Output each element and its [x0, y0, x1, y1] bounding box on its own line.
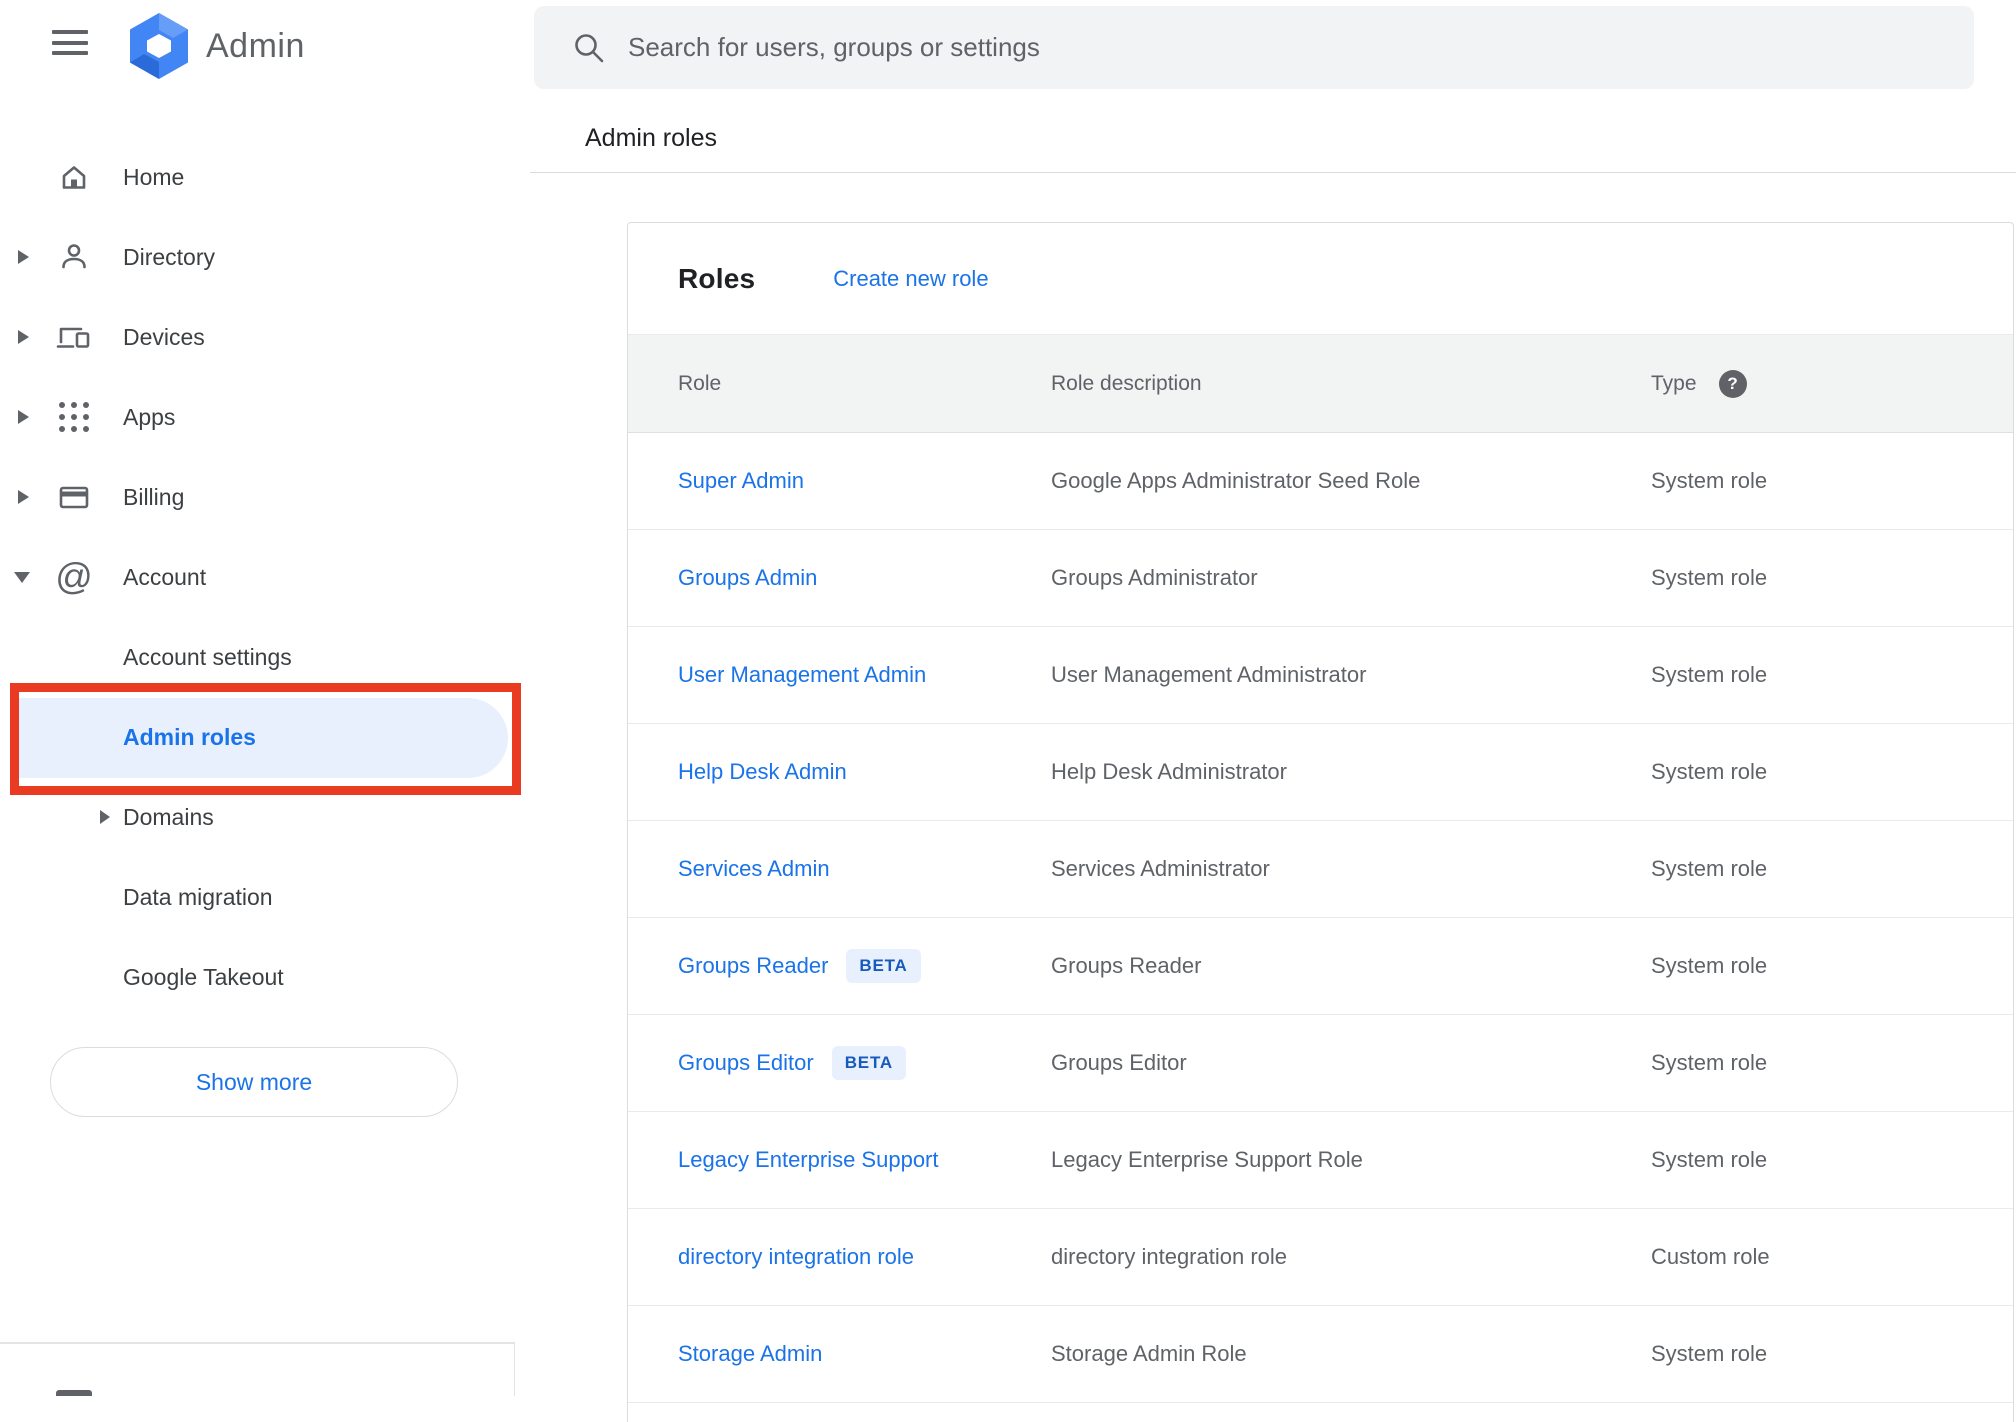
table-row: Groups Admin BETA Groups Administrator S… [628, 530, 2013, 627]
show-more-label: Show more [195, 1068, 313, 1095]
table-row: Groups Editor BETA Groups Editor System … [628, 1015, 2013, 1112]
expand-arrow-icon[interactable] [18, 250, 29, 264]
credit-card-icon [55, 478, 93, 516]
sidebar-item-label: Account [123, 563, 207, 590]
role-link[interactable]: Storage Admin [678, 1341, 822, 1367]
table-row: Help Desk Admin BETA Help Desk Administr… [628, 724, 2013, 821]
search-bar[interactable] [534, 6, 1974, 89]
home-icon [55, 158, 93, 196]
role-link[interactable]: Services Admin [678, 856, 830, 882]
breadcrumb: Admin roles [585, 124, 717, 152]
role-type: System role [1651, 1050, 1768, 1075]
search-input[interactable] [628, 32, 1828, 63]
role-link[interactable]: directory integration role [678, 1244, 914, 1270]
expand-arrow-icon[interactable] [100, 810, 110, 824]
sidebar-item-devices[interactable]: Devices [0, 297, 514, 377]
sidebar-edge-divider [514, 1342, 515, 1396]
role-type: System role [1651, 1341, 1768, 1366]
role-type: System role [1651, 662, 1768, 687]
role-description: Help Desk Administrator [1051, 759, 1287, 784]
role-description: Groups Administrator [1051, 565, 1258, 590]
table-row: Legacy Enterprise Support BETA Legacy En… [628, 1112, 2013, 1209]
column-header-role: Role [678, 371, 722, 395]
sidebar-item-account[interactable]: @ Account [0, 537, 514, 617]
role-description: User Management Administrator [1051, 662, 1367, 687]
sidebar-item-admin-roles[interactable]: Admin roles [0, 697, 514, 777]
sidebar-item-label: Admin roles [123, 723, 256, 750]
role-link[interactable]: Legacy Enterprise Support [678, 1147, 939, 1173]
sidebar-item-label: Data migration [123, 883, 273, 910]
role-description: Storage Admin Role [1051, 1341, 1247, 1366]
sidebar-item-label: Directory [123, 243, 216, 270]
sidebar-item-label: Domains [123, 803, 214, 830]
column-header-type: Type ? [1651, 335, 1747, 432]
role-type: System role [1651, 856, 1768, 881]
help-icon[interactable]: ? [1718, 369, 1747, 398]
sidebar-item-home[interactable]: Home [0, 137, 514, 217]
person-icon [55, 238, 93, 276]
expand-arrow-icon[interactable] [18, 490, 29, 504]
roles-table-body: Super Admin BETA Google Apps Administrat… [628, 433, 2013, 1403]
clipped-bottom-icon [56, 1390, 92, 1396]
column-header-type-label: Type [1651, 371, 1697, 395]
roles-card: Roles Create new role Role Role descript… [627, 222, 2014, 1422]
create-new-role-link[interactable]: Create new role [833, 266, 988, 292]
role-link[interactable]: User Management Admin [678, 662, 926, 688]
show-more-button[interactable]: Show more [50, 1047, 458, 1117]
apps-grid-icon [55, 398, 93, 436]
expand-arrow-icon[interactable] [18, 330, 29, 344]
sidebar-item-label: Account settings [123, 643, 292, 670]
role-type: System role [1651, 759, 1768, 784]
role-link[interactable]: Help Desk Admin [678, 759, 847, 785]
table-row: Services Admin BETA Services Administrat… [628, 821, 2013, 918]
roles-table-header: Role Role description Type ? [628, 334, 2013, 433]
role-description: Legacy Enterprise Support Role [1051, 1147, 1363, 1172]
sidebar-item-directory[interactable]: Directory [0, 217, 514, 297]
collapse-arrow-icon[interactable] [14, 571, 30, 583]
beta-badge: BETA [846, 949, 921, 983]
role-description: directory integration role [1051, 1244, 1288, 1269]
table-row: Groups Reader BETA Groups Reader System … [628, 918, 2013, 1015]
card-title: Roles [678, 262, 756, 294]
header-divider [530, 172, 2016, 173]
sidebar-item-data-migration[interactable]: Data migration [0, 857, 514, 937]
role-type: System role [1651, 953, 1768, 978]
sidebar-item-apps[interactable]: Apps [0, 377, 514, 457]
sidebar-item-label: Apps [123, 403, 176, 430]
beta-badge: BETA [831, 1046, 906, 1080]
search-icon [575, 33, 604, 62]
sidebar-item-google-takeout[interactable]: Google Takeout [0, 937, 514, 1017]
sidebar-item-label: Billing [123, 483, 185, 510]
roles-card-header: Roles Create new role [628, 223, 2013, 334]
at-sign-icon: @ [55, 556, 93, 597]
table-row: directory integration role BETA director… [628, 1209, 2013, 1306]
role-link[interactable]: Groups Editor [678, 1050, 814, 1076]
role-description: Services Administrator [1051, 856, 1270, 881]
table-row: Super Admin BETA Google Apps Administrat… [628, 433, 2013, 530]
devices-icon [55, 318, 93, 356]
sidebar-item-account-settings[interactable]: Account settings [0, 617, 514, 697]
role-type: System role [1651, 468, 1768, 493]
sidebar-item-label: Devices [123, 323, 205, 350]
sidebar-item-billing[interactable]: Billing [0, 457, 514, 537]
sidebar-item-domains[interactable]: Domains [0, 777, 514, 857]
role-type: System role [1651, 565, 1768, 590]
sidebar-item-label: Google Takeout [123, 963, 284, 990]
sidebar-bottom-divider [0, 1342, 514, 1344]
role-link[interactable]: Groups Admin [678, 565, 817, 591]
role-link[interactable]: Groups Reader [678, 953, 828, 979]
role-description: Google Apps Administrator Seed Role [1051, 468, 1421, 493]
sidebar-item-label: Home [123, 163, 185, 190]
role-description: Groups Editor [1051, 1050, 1187, 1075]
role-description: Groups Reader [1051, 953, 1202, 978]
role-type: Custom role [1651, 1244, 1770, 1269]
role-type: System role [1651, 1147, 1768, 1172]
table-row: User Management Admin BETA User Manageme… [628, 627, 2013, 724]
column-header-description: Role description [1051, 371, 1202, 395]
sidebar: Home Directory Devices Apps Billing @ Ac… [0, 0, 530, 1396]
role-link[interactable]: Super Admin [678, 468, 804, 494]
table-row: Storage Admin BETA Storage Admin Role Sy… [628, 1306, 2013, 1403]
expand-arrow-icon[interactable] [18, 410, 29, 424]
